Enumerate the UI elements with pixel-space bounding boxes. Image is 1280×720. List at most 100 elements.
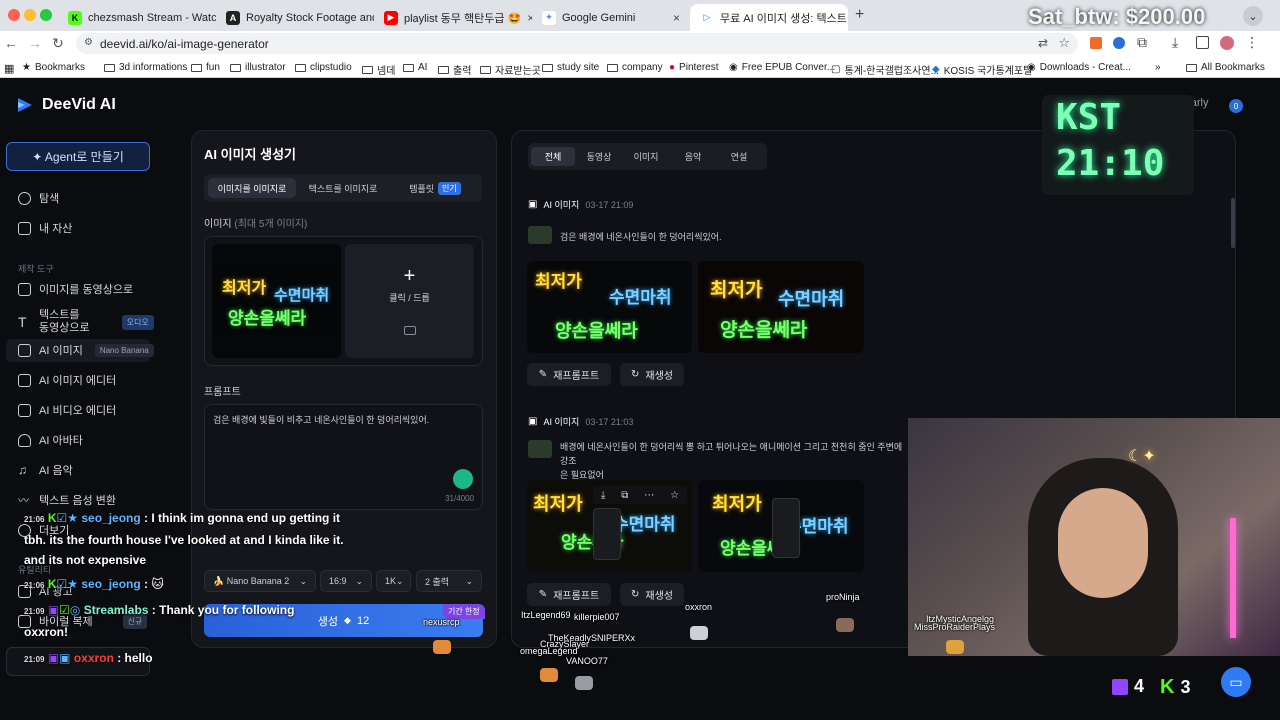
download-icon[interactable]: ⤓ [601, 490, 605, 501]
bookmark-folder[interactable]: study site [542, 62, 599, 73]
reprompt-button[interactable]: ✎ 재프롬프트 [527, 583, 611, 606]
tab-templates[interactable]: 템플릿 인기 [392, 178, 478, 198]
bookmark-folder[interactable]: 출력 [438, 62, 471, 77]
url-input[interactable]: ⚙ deevid.ai/ko/ai-image-generator ⇄ ☆ [76, 33, 1078, 54]
verified-badge-icon: ☑★ [56, 577, 78, 591]
model-select[interactable]: 🍌 Nano Banana 2 ⌄ [204, 570, 316, 592]
cat-pet-icon [575, 676, 593, 690]
filter-image[interactable]: 이미지 [624, 147, 668, 166]
browser-tab-active[interactable]: ▷ 무료 AI 이미지 생성: 텍스트·사진 × [690, 4, 848, 31]
prompt-textarea[interactable]: 검은 배경에 빛들이 비추고 네온사인들이 한 덩어리씩있어. 31/4000 [204, 404, 483, 510]
menu-icon[interactable]: ⋮ [1245, 34, 1259, 51]
generated-image[interactable]: 최저가 수면마취 양손을쎄라 [698, 480, 864, 572]
reference-thumbnail [528, 226, 552, 244]
sidebar-item-tts[interactable]: 〰 텍스트 음성 변환 [18, 490, 116, 510]
maximize-window-icon[interactable] [40, 9, 52, 21]
filter-all[interactable]: 전체 [531, 147, 575, 166]
bookmark-item[interactable]: ★ Bookmarks [22, 62, 85, 73]
back-icon[interactable]: ← [2, 35, 20, 51]
chat-message: 21:06 K☑★ seo_jeong : I think im gonna e… [24, 511, 344, 567]
generated-image[interactable]: 최저가 수면마취 양손을쎄라 [527, 261, 692, 353]
more-bookmarks-icon[interactable]: » [1155, 62, 1161, 73]
translate-icon[interactable]: ⇄ [1038, 36, 1048, 50]
forward-icon[interactable]: → [26, 35, 44, 51]
agent-create-button[interactable]: ✦ Agent로 만들기 [6, 142, 150, 171]
close-tab-icon[interactable]: × [673, 11, 680, 25]
assistant-bubble-icon[interactable] [453, 469, 473, 489]
banana-icon: 🍌 [213, 575, 225, 586]
tab-text-to-image[interactable]: 텍스트를 이미지로 [298, 178, 388, 198]
chevron-down-icon: ⌄ [396, 575, 404, 586]
bookmark-folder[interactable]: 3d informations [104, 62, 187, 73]
browser-tab[interactable]: ✦ Google Gemini × [532, 4, 690, 31]
tab-label: chezsmash Stream - Watch L [88, 11, 216, 24]
bookmark-item[interactable]: ◆ KOSIS 국가통계포털 [932, 62, 1032, 77]
tab-image-to-image[interactable]: 이미지를 이미지로 [208, 178, 296, 198]
sidebar-item-video-editor[interactable]: AI 비디오 에디터 [18, 400, 116, 420]
browser-tab[interactable]: A Royalty Stock Footage and V × [216, 4, 374, 31]
regenerate-button[interactable]: ↻ 재생성 [620, 363, 684, 386]
image-icon: ▣ [528, 199, 538, 210]
sidebar-item-assets[interactable]: 내 자산 [18, 218, 72, 238]
output-count-select[interactable]: 2 출력 ⌄ [416, 570, 482, 592]
site-info-icon[interactable]: ⚙ [84, 37, 93, 48]
browser-tab[interactable]: K chezsmash Stream - Watch L × [58, 4, 216, 31]
extensions-puzzle-icon[interactable]: ⧉ [1137, 34, 1147, 51]
sidebar-item-ai-image[interactable]: AI 이미지 Nano Banana [18, 340, 154, 360]
sidebar-item-avatar[interactable]: AI 아바타 [18, 430, 83, 450]
sidebar-item-image-editor[interactable]: AI 이미지 에디터 [18, 370, 116, 390]
kst-label: KST [1056, 97, 1122, 138]
new-tab-icon[interactable]: + [855, 6, 864, 24]
edit-image-icon[interactable]: ⧉ [621, 490, 628, 501]
sidebar-item-music[interactable]: ♫ AI 음악 [18, 460, 73, 480]
sidebar-item-explore[interactable]: 탐색 [18, 188, 59, 208]
download-icon[interactable]: ⤓ [1172, 34, 1178, 51]
image-icon [18, 343, 31, 357]
extension-icon[interactable] [1090, 37, 1102, 49]
apps-grid-icon[interactable]: ▦ [4, 62, 14, 75]
bookmark-item[interactable]: ◉ Downloads - Creat... [1027, 62, 1131, 73]
aspect-select[interactable]: 16:9 ⌄ [320, 570, 372, 592]
minimize-window-icon[interactable] [24, 9, 36, 21]
chevron-down-icon[interactable]: ⌄ [1243, 6, 1263, 26]
brand-logo[interactable]: DeeVid AI [16, 96, 116, 114]
bookmark-folder[interactable]: clipstudio [295, 62, 352, 73]
bookmark-folder[interactable]: AI [403, 62, 427, 73]
folder-icon [230, 63, 241, 72]
bookmark-folder[interactable]: illustrator [230, 62, 286, 73]
extension-icon[interactable] [1113, 37, 1125, 49]
pencil-icon: ✎ [538, 589, 548, 600]
filter-music[interactable]: 음악 [671, 147, 715, 166]
resolution-select[interactable]: 1K ⌄ [376, 570, 411, 592]
filter-video[interactable]: 동영상 [577, 147, 621, 166]
more-options-icon[interactable]: ⋯ [644, 490, 654, 501]
reprompt-button[interactable]: ✎ 재프롬프트 [527, 363, 611, 386]
reload-icon[interactable]: ↻ [49, 35, 67, 52]
bookmark-item[interactable]: ▢ 통계-한국갤럽조사연... [831, 62, 939, 77]
bookmark-folder[interactable]: company [607, 62, 663, 73]
sidebar-item-text-to-video[interactable]: T 텍스트를 동영상으로 오디오 [18, 307, 154, 337]
bookmark-folder[interactable]: 자료받는곳 [480, 62, 541, 77]
chat-username: oxxron [73, 651, 114, 665]
browser-tab[interactable]: ▶ playlist 동무 핵탄두급 🤩 × [374, 4, 532, 31]
generated-image[interactable]: 최저가 수면마취 양손을쎄라 [698, 261, 864, 353]
result-card-header: ▣ AI 이미지 03-17 21:03 [528, 416, 634, 427]
sidebar-item-image-to-video[interactable]: 이미지를 동영상으로 [18, 279, 133, 299]
bookmark-folder[interactable]: 넴데 [362, 62, 395, 77]
close-window-icon[interactable] [8, 9, 20, 21]
uploaded-image-thumbnail[interactable]: 최저가 수면마취 양손을쎄라 [212, 244, 341, 358]
upload-dropzone[interactable]: + 클릭 / 드롭 [345, 244, 474, 358]
chevron-down-icon: ⌄ [299, 575, 307, 586]
bookmark-item[interactable]: ◉ Free EPUB Conver... [729, 62, 835, 73]
sidepanel-icon[interactable] [1196, 36, 1209, 49]
bookmark-item[interactable]: ● Pinterest [669, 62, 719, 73]
favorite-star-icon[interactable]: ☆ [670, 490, 679, 501]
filter-speech[interactable]: 연설 [717, 147, 761, 166]
profile-avatar[interactable] [1220, 36, 1234, 50]
results-scrollbar[interactable] [1231, 198, 1235, 248]
support-chat-button[interactable]: ▭ [1221, 667, 1251, 697]
bookmark-folder[interactable]: All Bookmarks [1186, 62, 1265, 73]
bookmark-folder[interactable]: fun [191, 62, 220, 73]
bookmark-star-icon[interactable]: ☆ [1058, 35, 1070, 51]
regenerate-button[interactable]: ↻ 재생성 [620, 583, 684, 606]
